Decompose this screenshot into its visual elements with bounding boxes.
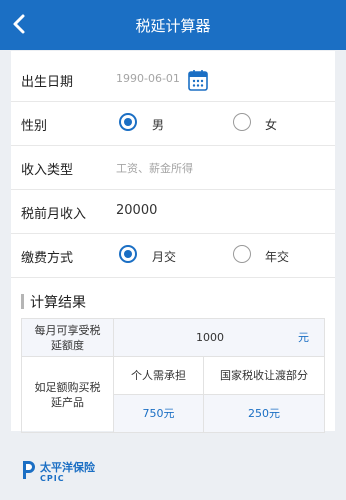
monthly-deduction-cell: 1000 元 <box>113 318 325 357</box>
gender-male-radio[interactable] <box>119 113 137 131</box>
gender-male-label: 男 <box>152 118 165 132</box>
gender-label: 性别 <box>21 119 48 134</box>
purchase-label: 如足额购买税延产品 <box>21 356 114 433</box>
birth-date-label: 出生日期 <box>21 75 74 90</box>
income-type-label: 收入类型 <box>21 163 74 178</box>
birth-date-row: 出生日期 1990-06-01 <box>11 58 335 102</box>
page-title: 税延计算器 <box>135 17 211 35</box>
gender-female-radio[interactable] <box>233 113 251 131</box>
results-table: 每月可享受税延额度 1000 元 如足额购买税延产品 个人需承担 国家税收让渡部… <box>21 318 325 433</box>
income-type-select[interactable]: 工资、薪金所得 <box>116 160 193 176</box>
payment-monthly-label: 月交 <box>152 250 177 264</box>
payment-method-row: 缴费方式 月交 年交 <box>11 234 335 278</box>
payment-monthly-radio[interactable] <box>119 245 137 263</box>
personal-share-value: 750元 <box>113 394 204 433</box>
cpic-logo-icon <box>23 461 35 479</box>
personal-share-label: 个人需承担 <box>113 356 204 395</box>
calculator-form: 出生日期 1990-06-01 性别 男 女 收入类型 工资、薪金所得 税前月收… <box>11 51 335 433</box>
monthly-deduction-unit: 元 <box>298 331 309 344</box>
birth-date-field[interactable]: 1990-06-01 <box>116 72 180 85</box>
gender-row: 性别 男 女 <box>11 102 335 146</box>
tax-transfer-value: 250元 <box>203 394 325 433</box>
brand-name: 太平洋保险 <box>40 461 95 474</box>
tax-transfer-label: 国家税收让渡部分 <box>203 356 325 395</box>
monthly-income-input[interactable]: 20000 <box>116 203 157 218</box>
payment-yearly-label: 年交 <box>265 250 290 264</box>
monthly-deduction-label: 每月可享受税延额度 <box>21 318 114 357</box>
income-type-row: 收入类型 工资、薪金所得 <box>11 146 335 190</box>
monthly-deduction-value: 1000 <box>196 331 224 344</box>
monthly-income-row: 税前月收入 20000 <box>11 190 335 234</box>
monthly-income-label: 税前月收入 <box>21 207 87 222</box>
gender-female-label: 女 <box>265 118 278 132</box>
brand-name-en: CPIC <box>40 474 65 483</box>
calendar-icon[interactable] <box>188 69 208 91</box>
top-bar: 税延计算器 <box>0 0 346 50</box>
results-title: 计算结果 <box>30 295 86 311</box>
payment-yearly-radio[interactable] <box>233 245 251 263</box>
payment-method-label: 缴费方式 <box>21 251 74 266</box>
